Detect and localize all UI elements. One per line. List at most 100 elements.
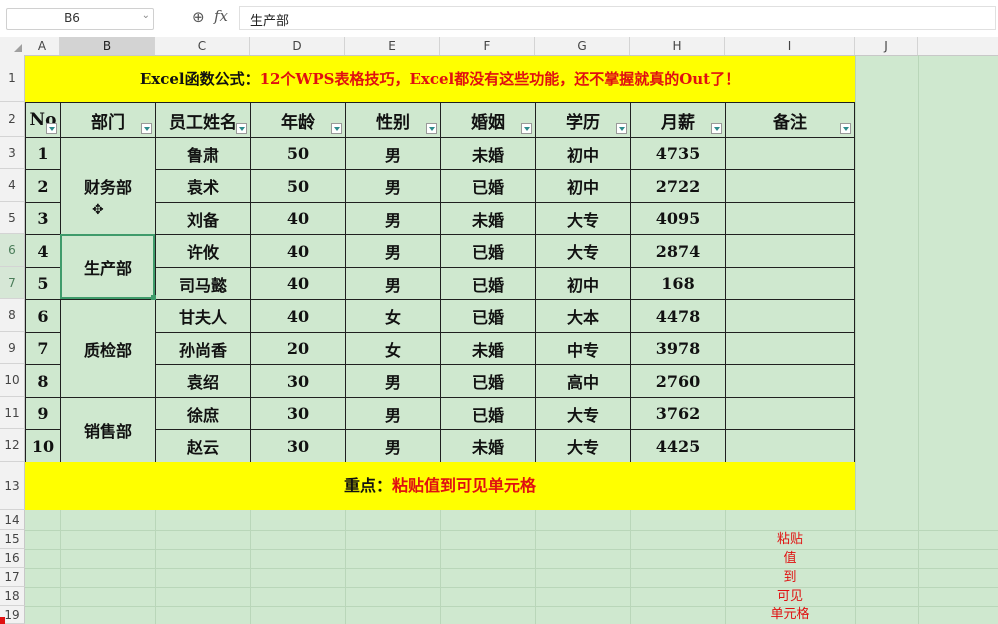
zoom-icon[interactable]: ⊕ xyxy=(192,8,205,26)
cell-age[interactable]: 40 xyxy=(251,300,346,333)
function-icon[interactable]: fx xyxy=(214,7,228,25)
column-header-h[interactable]: H xyxy=(630,37,725,55)
filter-dropdown-icon[interactable] xyxy=(331,123,342,134)
cell-salary[interactable]: 2874 xyxy=(631,235,726,268)
formula-input[interactable]: 生产部 xyxy=(239,6,996,30)
filter-dropdown-icon[interactable] xyxy=(840,123,851,134)
header-cell-department[interactable]: 部门 xyxy=(61,103,156,138)
cell-age[interactable]: 40 xyxy=(251,268,346,300)
cell-gender[interactable]: 男 xyxy=(346,268,441,300)
cell-education[interactable]: 初中 xyxy=(536,170,631,203)
header-cell-salary[interactable]: 月薪 xyxy=(631,103,726,138)
side-note[interactable]: 单元格 xyxy=(755,606,825,624)
header-cell-name[interactable]: 员工姓名 xyxy=(156,103,251,138)
cell-education[interactable]: 高中 xyxy=(536,365,631,398)
filter-dropdown-icon[interactable] xyxy=(46,123,57,134)
cell-gender[interactable]: 男 xyxy=(346,138,441,170)
header-cell-marriage[interactable]: 婚姻 xyxy=(441,103,536,138)
header-cell-age[interactable]: 年龄 xyxy=(251,103,346,138)
cell-no[interactable]: 2 xyxy=(26,170,61,203)
cell-salary[interactable]: 2722 xyxy=(631,170,726,203)
row-header-7[interactable]: 7 xyxy=(0,267,25,299)
filter-dropdown-icon[interactable] xyxy=(236,123,247,134)
header-cell-no[interactable]: No xyxy=(26,103,61,138)
cell-gender[interactable]: 男 xyxy=(346,170,441,203)
cell-salary[interactable]: 4735 xyxy=(631,138,726,170)
cell-age[interactable]: 50 xyxy=(251,138,346,170)
column-header-g[interactable]: G xyxy=(535,37,630,55)
cell-marriage[interactable]: 已婚 xyxy=(441,170,536,203)
cell-gender[interactable]: 男 xyxy=(346,430,441,463)
cell-remark[interactable] xyxy=(726,138,855,170)
cell-name[interactable]: 甘夫人 xyxy=(156,300,251,333)
cell-marriage[interactable]: 已婚 xyxy=(441,398,536,430)
cell-salary[interactable]: 4425 xyxy=(631,430,726,463)
row-header-15[interactable]: 15 xyxy=(0,530,25,549)
cell-no[interactable]: 1 xyxy=(26,138,61,170)
chevron-down-icon[interactable]: ⌄ xyxy=(142,10,150,21)
row-header-3[interactable]: 3 xyxy=(0,137,25,169)
cell-remark[interactable] xyxy=(726,170,855,203)
row-header-16[interactable]: 16 xyxy=(0,549,25,568)
filter-dropdown-icon[interactable] xyxy=(521,123,532,134)
cell-education[interactable]: 中专 xyxy=(536,333,631,365)
cell-name[interactable]: 赵云 xyxy=(156,430,251,463)
header-cell-gender[interactable]: 性别 xyxy=(346,103,441,138)
row-header-4[interactable]: 4 xyxy=(0,169,25,202)
cell-no[interactable]: 6 xyxy=(26,300,61,333)
cell-marriage[interactable]: 未婚 xyxy=(441,203,536,235)
fill-handle[interactable] xyxy=(151,295,156,300)
cell-marriage[interactable]: 未婚 xyxy=(441,430,536,463)
cell-education[interactable]: 大本 xyxy=(536,300,631,333)
cell-gender[interactable]: 男 xyxy=(346,365,441,398)
cell-salary[interactable]: 3978 xyxy=(631,333,726,365)
column-header-j[interactable]: J xyxy=(855,37,918,55)
cell-salary[interactable]: 4478 xyxy=(631,300,726,333)
cell-gender[interactable]: 女 xyxy=(346,300,441,333)
cell-salary[interactable]: 4095 xyxy=(631,203,726,235)
cell-remark[interactable] xyxy=(726,235,855,268)
cell-remark[interactable] xyxy=(726,300,855,333)
row-header-5[interactable]: 5 xyxy=(0,202,25,234)
cell-marriage[interactable]: 未婚 xyxy=(441,138,536,170)
cell-salary[interactable]: 2760 xyxy=(631,365,726,398)
cell-salary[interactable]: 3762 xyxy=(631,398,726,430)
cell-name[interactable]: 袁绍 xyxy=(156,365,251,398)
column-header-b[interactable]: B xyxy=(60,37,155,55)
cell-name[interactable]: 许攸 xyxy=(156,235,251,268)
row-header-8[interactable]: 8 xyxy=(0,299,25,332)
cell-no[interactable]: 9 xyxy=(26,398,61,430)
cell-marriage[interactable]: 已婚 xyxy=(441,300,536,333)
filter-dropdown-icon[interactable] xyxy=(141,123,152,134)
cell-name[interactable]: 鲁肃 xyxy=(156,138,251,170)
cell-gender[interactable]: 女 xyxy=(346,333,441,365)
cell-education[interactable]: 大专 xyxy=(536,203,631,235)
cell-education[interactable]: 初中 xyxy=(536,268,631,300)
cell-age[interactable]: 40 xyxy=(251,235,346,268)
cell-age[interactable]: 40 xyxy=(251,203,346,235)
cell-age[interactable]: 30 xyxy=(251,398,346,430)
side-note[interactable]: 值 xyxy=(755,549,825,568)
column-header-f[interactable]: F xyxy=(440,37,535,55)
cell-selection-box[interactable] xyxy=(60,234,155,299)
cell-remark[interactable] xyxy=(726,430,855,463)
row-header-13[interactable]: 13 xyxy=(0,462,25,510)
column-header-a[interactable]: A xyxy=(25,37,60,55)
filter-dropdown-icon[interactable] xyxy=(616,123,627,134)
cell-no[interactable]: 5 xyxy=(26,268,61,300)
cell-gender[interactable]: 男 xyxy=(346,203,441,235)
cell-gender[interactable]: 男 xyxy=(346,398,441,430)
header-cell-remark[interactable]: 备注 xyxy=(726,103,855,138)
department-cell[interactable]: 财务部 xyxy=(61,138,156,235)
row-header-6[interactable]: 6 xyxy=(0,234,25,267)
row-header-10[interactable]: 10 xyxy=(0,364,25,397)
cell-name[interactable]: 刘备 xyxy=(156,203,251,235)
cell-no[interactable]: 10 xyxy=(26,430,61,463)
side-note[interactable]: 到 xyxy=(755,568,825,587)
cell-age[interactable]: 20 xyxy=(251,333,346,365)
cell-salary[interactable]: 168 xyxy=(631,268,726,300)
department-cell[interactable]: 销售部 xyxy=(61,398,156,463)
cell-name[interactable]: 袁术 xyxy=(156,170,251,203)
column-header-e[interactable]: E xyxy=(345,37,440,55)
row-header-1[interactable]: 1 xyxy=(0,55,25,102)
